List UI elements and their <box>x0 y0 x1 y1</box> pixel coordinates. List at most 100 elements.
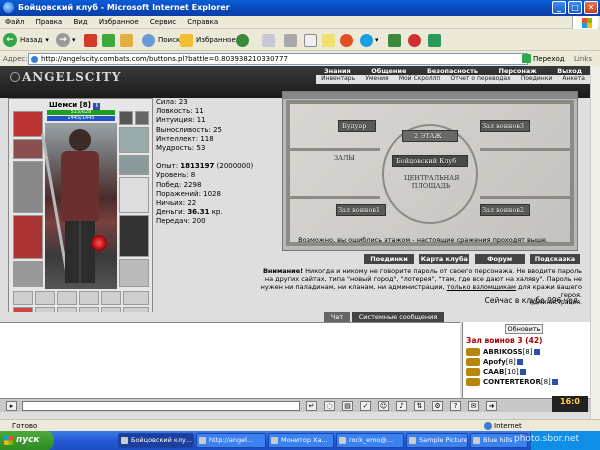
hint-button[interactable]: Подсказка <box>529 254 580 264</box>
user-entry[interactable]: CONTERTEROR [8] <box>466 378 558 386</box>
leggings-slot[interactable] <box>119 215 149 257</box>
task-monitor[interactable]: Монитор Ха... <box>268 433 334 448</box>
tab-system-messages[interactable]: Системные сообщения <box>352 312 444 322</box>
menu-tools[interactable]: Сервис <box>145 16 180 26</box>
info-icon[interactable]: i <box>93 103 101 110</box>
room-halls[interactable]: ЗАЛЫ <box>334 154 355 162</box>
necklace-slot[interactable] <box>13 139 43 159</box>
chat-messages[interactable] <box>0 322 460 410</box>
menu-file[interactable]: Файл <box>0 16 28 26</box>
spell-slot-4[interactable] <box>79 291 99 305</box>
favorites-button[interactable]: Избранное <box>180 32 236 48</box>
user-entry[interactable]: ABRIKOSS [8] <box>466 348 540 356</box>
mail-button[interactable] <box>262 32 275 48</box>
gloves-slot[interactable] <box>119 127 149 153</box>
room-fight-club[interactable]: Бойцовский Клуб <box>396 157 456 165</box>
shield-slot[interactable] <box>119 177 149 213</box>
room-boudoir[interactable]: Будуар <box>342 122 366 130</box>
go-button[interactable]: Переход <box>522 54 565 63</box>
spell-slot-5[interactable] <box>101 291 121 305</box>
nav-skills[interactable]: Умения <box>365 75 388 84</box>
task-angelscity[interactable]: http://angel... <box>196 433 266 448</box>
spell-slot-1[interactable] <box>13 291 33 305</box>
close-icon[interactable]: ✕ <box>584 1 598 14</box>
spell-slot-6[interactable] <box>123 291 149 305</box>
tool-button-2[interactable] <box>408 32 421 48</box>
history-button[interactable] <box>236 32 249 48</box>
duels-button[interactable]: Поединки <box>364 254 414 264</box>
info-icon[interactable] <box>551 379 558 385</box>
club-map-button[interactable]: Карта клуба <box>419 254 470 264</box>
discuss-button[interactable] <box>322 32 335 48</box>
room-hall1[interactable]: Зал воинов1 <box>338 206 380 214</box>
smiles-icon[interactable]: ☺ <box>378 401 389 411</box>
forward-icon[interactable]: ➜ <box>486 401 497 411</box>
forward-button[interactable]: → ▾ <box>56 32 76 48</box>
nav-my-scroll[interactable]: Мой Скроллп <box>399 75 441 84</box>
ring-slot-2[interactable] <box>135 111 149 125</box>
nav-transfers-report[interactable]: Отчет о переводах <box>451 75 511 84</box>
tool-button-1[interactable] <box>388 32 401 48</box>
links-button[interactable]: Links <box>574 55 592 63</box>
vertical-scrollbar[interactable] <box>590 66 600 419</box>
crackers-link[interactable]: только взломщикам <box>447 283 516 291</box>
print-button[interactable] <box>284 32 297 48</box>
spell-slot-3[interactable] <box>57 291 77 305</box>
forum-button[interactable]: Форум <box>474 254 525 264</box>
edit-button[interactable] <box>304 32 317 48</box>
site-logo[interactable]: ANGELSCITY <box>10 70 121 84</box>
character-portrait[interactable] <box>40 123 117 289</box>
clear-icon[interactable]: ◌ <box>324 401 335 411</box>
nav-inventory[interactable]: Инвентарь <box>321 75 355 84</box>
settings-icon[interactable]: ⚙ <box>432 401 443 411</box>
refresh-button[interactable]: Обновить <box>505 324 543 334</box>
user-entry[interactable]: CAAB [10] <box>466 368 526 376</box>
tab-chat[interactable]: Чат <box>324 312 350 322</box>
task-messenger[interactable]: rock_emo@... <box>336 433 404 448</box>
info-icon[interactable] <box>519 369 526 375</box>
boots-slot[interactable] <box>119 259 149 287</box>
spell-slot-2[interactable] <box>35 291 55 305</box>
user-entry[interactable]: Apofy [8] <box>466 358 523 366</box>
room-central-square[interactable]: ЦЕНТРАЛЬНАЯ ПЛОЩАДЬ <box>404 174 459 190</box>
back-button[interactable]: ← Назад ▾ <box>3 32 49 48</box>
bracers-slot[interactable] <box>119 155 149 175</box>
nav-duels[interactable]: Поединки <box>521 75 552 84</box>
filter-icon[interactable]: ✓ <box>360 401 371 411</box>
mail-icon[interactable]: ✉ <box>468 401 479 411</box>
weapon-slot[interactable] <box>13 161 43 213</box>
menu-favorites[interactable]: Избранное <box>94 16 143 26</box>
address-input[interactable]: http://angelscity.combats.com/buttons.pl… <box>28 53 528 65</box>
room-floor2[interactable]: 2 ЭТАЖ <box>414 132 442 140</box>
chat-mode-icon[interactable]: ▸ <box>6 401 17 411</box>
send-icon[interactable]: ↵ <box>306 401 317 411</box>
search-button[interactable]: Поиск <box>142 32 180 48</box>
armor-slot[interactable] <box>13 215 43 259</box>
menu-edit[interactable]: Правка <box>31 16 67 26</box>
menu-help[interactable]: Справка <box>182 16 222 26</box>
room-hall3[interactable]: Зал воинов3 <box>482 122 524 130</box>
chat-input[interactable] <box>22 401 300 411</box>
stop-button[interactable] <box>84 32 97 48</box>
helmet-slot[interactable] <box>13 111 43 137</box>
minimize-icon[interactable]: _ <box>552 1 566 14</box>
home-button[interactable] <box>120 32 133 48</box>
messenger-button[interactable] <box>340 32 353 48</box>
scroll-icon[interactable]: ⇅ <box>414 401 425 411</box>
help-icon[interactable]: ? <box>450 401 461 411</box>
info-icon[interactable] <box>516 359 523 365</box>
skype-button[interactable]: ▾ <box>360 32 379 48</box>
window-titlebar[interactable]: Бойцовский клуб - Microsoft Internet Exp… <box>0 0 600 16</box>
belt-slot[interactable] <box>13 261 43 287</box>
translit-icon[interactable]: ▤ <box>342 401 353 411</box>
sound-icon[interactable]: ♪ <box>396 401 407 411</box>
info-icon[interactable] <box>533 349 540 355</box>
refresh-button[interactable] <box>102 32 115 48</box>
room-hall2[interactable]: Зал воинов2 <box>482 206 524 214</box>
maximize-icon[interactable]: □ <box>568 1 582 14</box>
nav-profile[interactable]: Анкета <box>562 75 585 84</box>
tool-button-3[interactable] <box>428 32 441 48</box>
menu-view[interactable]: Вид <box>68 16 91 26</box>
task-fight-club[interactable]: Бойцовский клу... <box>118 433 194 448</box>
task-sample-pictures[interactable]: Sample Pictures <box>406 433 468 448</box>
